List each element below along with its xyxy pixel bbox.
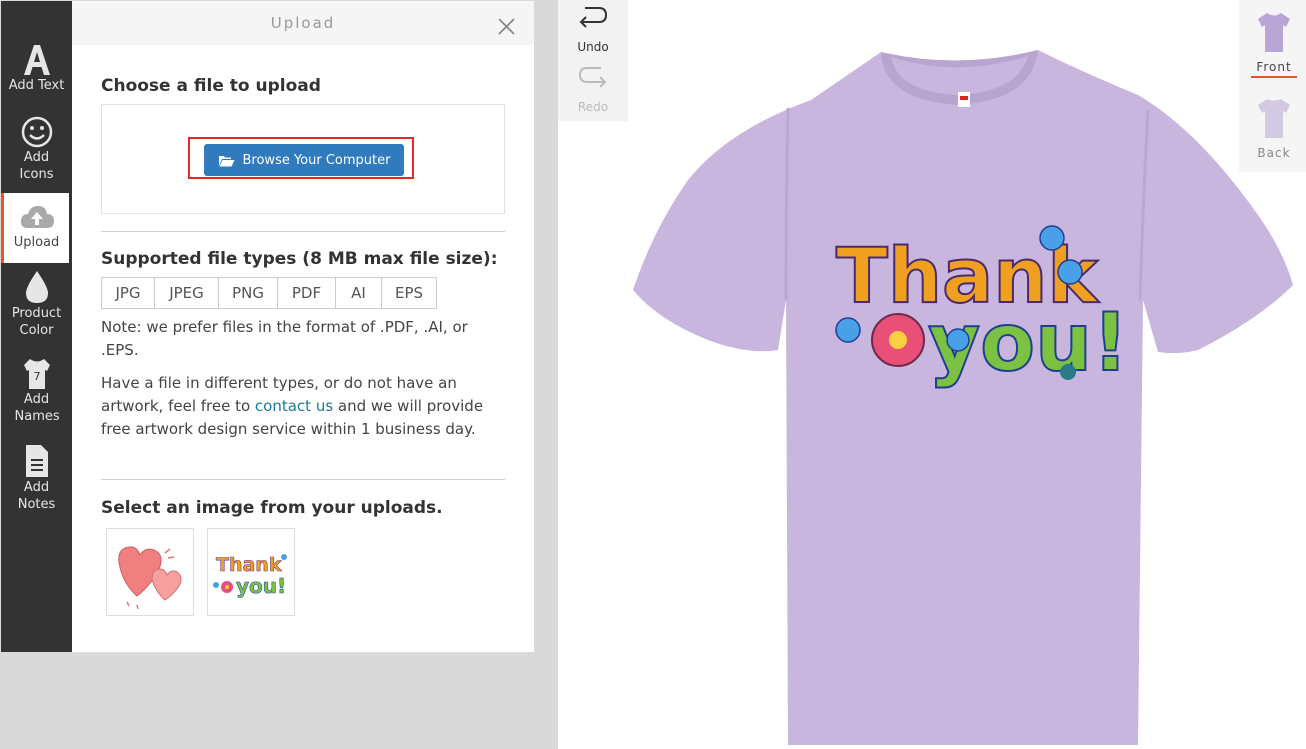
upload-thumbnail-hearts[interactable]	[106, 528, 194, 616]
back-view-button[interactable]: Back	[1251, 96, 1297, 160]
add-notes-tool[interactable]: Add Notes	[1, 443, 72, 513]
front-view-button[interactable]: Front	[1251, 10, 1297, 78]
close-icon[interactable]	[498, 18, 515, 35]
document-icon	[25, 445, 48, 477]
add-icons-label: Add Icons	[19, 150, 54, 182]
contact-us-link[interactable]: contact us	[255, 397, 333, 415]
upload-panel: Upload Choose a file to upload Browse Yo…	[72, 1, 534, 652]
front-shirt-icon	[1258, 13, 1290, 52]
divider	[101, 231, 505, 232]
undo-button[interactable]: Undo	[558, 4, 628, 54]
add-text-tool[interactable]: Add Text	[1, 43, 72, 94]
add-text-label: Add Text	[8, 78, 65, 93]
product-color-tool[interactable]: Product Color	[1, 269, 72, 339]
smiley-icon	[21, 116, 52, 148]
tool-rail: Add Text Add Icons Upload Product Color …	[1, 1, 72, 652]
svg-text:7: 7	[33, 370, 40, 383]
upload-label: Upload	[13, 235, 60, 250]
browse-label: Browse Your Computer	[242, 152, 391, 168]
view-switcher: Front Back	[1239, 0, 1306, 172]
panel-title: Upload	[270, 14, 336, 32]
undo-label: Undo	[577, 40, 609, 54]
add-names-tool[interactable]: 7 Add Names	[1, 357, 72, 425]
upload-dropzone: Browse Your Computer	[101, 104, 505, 214]
file-type: JPG	[101, 277, 155, 309]
hearts-image	[118, 546, 182, 610]
file-type: JPEG	[154, 277, 219, 309]
front-label: Front	[1256, 60, 1292, 74]
back-shirt-icon	[1258, 99, 1290, 138]
choose-file-heading: Choose a file to upload	[101, 76, 321, 96]
folder-open-icon	[218, 155, 234, 166]
svg-text:Thank: Thank	[216, 554, 282, 576]
divider	[101, 479, 505, 480]
svg-text:you!: you!	[236, 574, 286, 598]
panel-header: Upload	[72, 1, 534, 45]
undo-icon	[579, 7, 608, 28]
letter-a-icon	[23, 45, 50, 75]
cloud-upload-icon	[20, 206, 54, 228]
add-notes-label: Add Notes	[17, 480, 56, 512]
add-icons-tool[interactable]: Add Icons	[1, 115, 72, 183]
history-controls: Undo Redo	[558, 0, 628, 121]
format-note: Note: we prefer files in the format of .…	[101, 318, 468, 359]
t-shirt-image[interactable]: Thank you!	[558, 0, 1306, 749]
product-color-label: Product Color	[11, 306, 62, 338]
supported-types-heading: Supported file types (8 MB max file size…	[101, 249, 498, 269]
upload-thumbnail-thank-you[interactable]: Thank you!	[207, 528, 295, 616]
help-text: Have a file in different types, or do no…	[101, 372, 505, 441]
droplet-icon	[25, 271, 48, 303]
design-canvas[interactable]: Thank you!	[558, 0, 1306, 749]
browse-computer-button[interactable]: Browse Your Computer	[204, 144, 404, 176]
jersey-icon: 7	[23, 359, 50, 389]
thank-you-image: Thank you!	[213, 554, 287, 598]
back-label: Back	[1257, 146, 1291, 160]
redo-button[interactable]: Redo	[558, 64, 628, 114]
redo-icon	[578, 67, 607, 88]
file-type: EPS	[381, 277, 437, 309]
file-type: PNG	[218, 277, 278, 309]
file-type: PDF	[277, 277, 336, 309]
uploads-heading: Select an image from your uploads.	[101, 498, 443, 518]
upload-tool[interactable]: Upload	[1, 193, 69, 263]
browse-highlight: Browse Your Computer	[188, 137, 414, 179]
file-type: AI	[335, 277, 382, 309]
redo-label: Redo	[577, 100, 609, 114]
file-type-list: JPG JPEG PNG PDF AI EPS	[101, 277, 437, 309]
add-names-label: Add Names	[14, 392, 60, 424]
